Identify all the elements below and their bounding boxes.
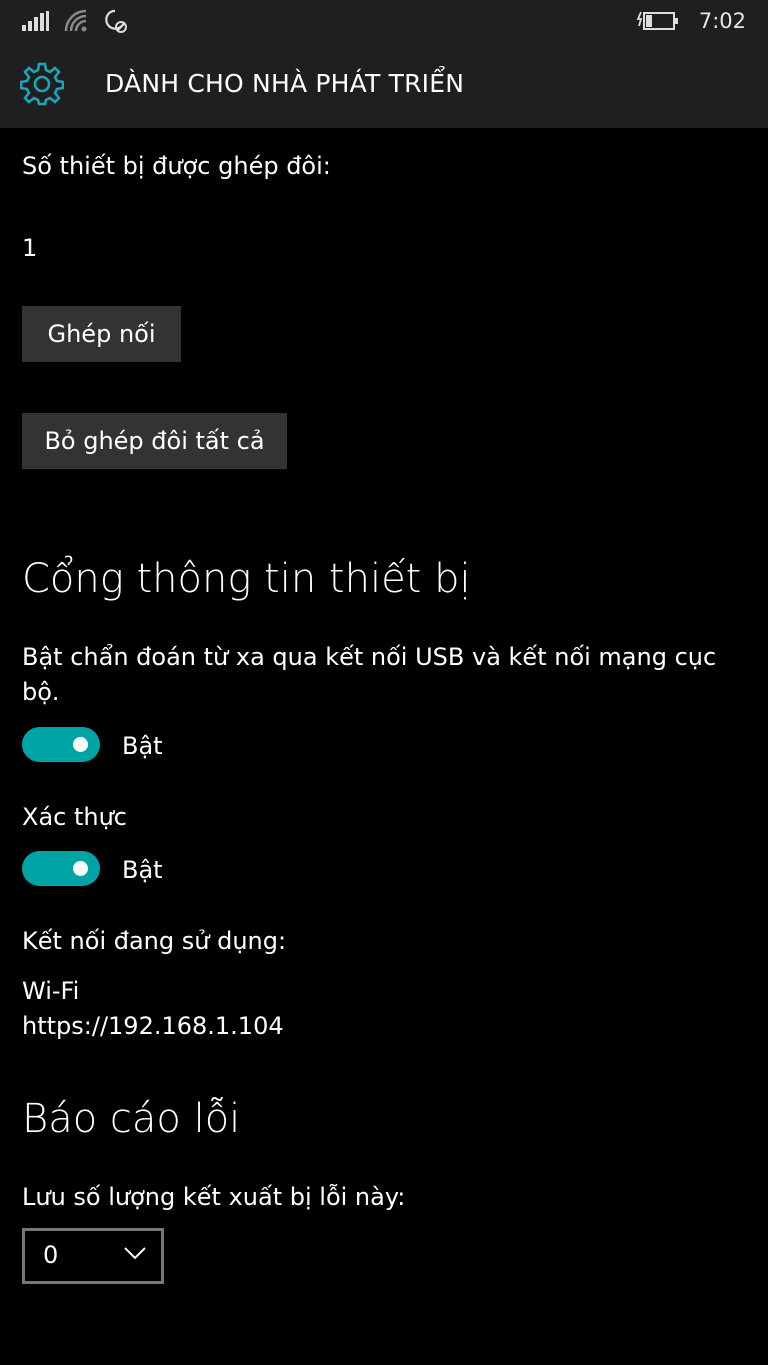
connection-url[interactable]: https://192.168.1.104 <box>22 1012 284 1040</box>
signal-icon <box>22 11 50 35</box>
connections-label: Kết nối đang sử dụng: <box>22 927 287 955</box>
connection-type: Wi-Fi <box>22 977 80 1005</box>
page-header: DÀNH CHO NHÀ PHÁT TRIỂN <box>0 42 768 128</box>
chevron-down-icon <box>123 1245 147 1265</box>
remote-diagnostics-state: Bật <box>122 732 163 760</box>
remote-diagnostics-label-line2: bộ. <box>22 678 60 706</box>
status-bar: 7:02 <box>0 0 768 42</box>
page-title: DÀNH CHO NHÀ PHÁT TRIỂN <box>105 69 465 98</box>
wifi-icon <box>64 9 90 37</box>
crash-dumps-dropdown[interactable]: 0 <box>22 1228 164 1284</box>
gear-icon <box>19 62 65 110</box>
clock: 7:02 <box>698 9 746 33</box>
authentication-toggle[interactable] <box>22 851 100 886</box>
remote-diagnostics-toggle[interactable] <box>22 727 100 762</box>
authentication-state: Bật <box>122 856 163 884</box>
remote-diagnostics-label-line1: Bật chẩn đoán từ xa qua kết nối USB và k… <box>22 643 717 671</box>
unpair-all-button[interactable]: Bỏ ghép đôi tất cả <box>22 413 287 469</box>
crash-dumps-label: Lưu số lượng kết xuất bị lỗi này: <box>22 1183 406 1211</box>
dropdown-selected-value: 0 <box>43 1241 59 1269</box>
toggle-knob <box>73 861 88 876</box>
paired-devices-count: 1 <box>22 234 38 262</box>
quiet-hours-icon <box>102 8 128 38</box>
paired-devices-label: Số thiết bị được ghép đôi: <box>22 152 331 180</box>
toggle-knob <box>73 737 88 752</box>
pair-button[interactable]: Ghép nối <box>22 306 181 362</box>
authentication-label: Xác thực <box>22 803 127 831</box>
battery-charging-icon <box>635 10 679 36</box>
error-reporting-heading: Báo cáo lỗi <box>22 1096 241 1142</box>
device-portal-heading: Cổng thông tin thiết bị <box>22 556 471 602</box>
